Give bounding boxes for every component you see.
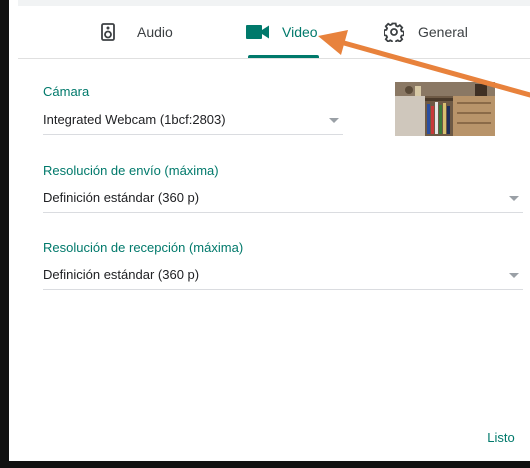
send-resolution-label: Resolución de envío (máxima): [43, 163, 219, 178]
chevron-down-icon: [509, 196, 519, 201]
done-button[interactable]: Listo: [479, 424, 523, 450]
tab-general-label: General: [418, 24, 468, 40]
tab-bar: Audio Video General: [18, 6, 530, 59]
camera-select[interactable]: Integrated Webcam (1bcf:2803): [43, 108, 343, 135]
tab-audio-label: Audio: [137, 24, 173, 40]
settings-dialog: Audio Video General Cámara Integrated We…: [0, 0, 530, 468]
videocam-icon: [246, 24, 270, 40]
active-tab-indicator: [248, 55, 319, 58]
chevron-down-icon: [329, 118, 339, 123]
tab-video-label: Video: [282, 24, 318, 40]
tab-video[interactable]: Video: [246, 6, 318, 58]
gear-icon: [383, 22, 405, 45]
camera-preview: [395, 82, 495, 136]
receive-resolution-label: Resolución de recepción (máxima): [43, 240, 244, 255]
send-resolution-value: Definición estándar (360 p): [43, 190, 200, 205]
tab-audio[interactable]: Audio: [101, 6, 173, 58]
chevron-down-icon: [509, 273, 519, 278]
tab-general[interactable]: General: [383, 6, 468, 58]
camera-label: Cámara: [43, 84, 90, 99]
speaker-icon: [101, 23, 115, 41]
camera-value: Integrated Webcam (1bcf:2803): [43, 112, 226, 127]
send-resolution-select[interactable]: Definición estándar (360 p): [43, 186, 523, 213]
receive-resolution-select[interactable]: Definición estándar (360 p): [43, 263, 523, 290]
receive-resolution-value: Definición estándar (360 p): [43, 267, 200, 282]
